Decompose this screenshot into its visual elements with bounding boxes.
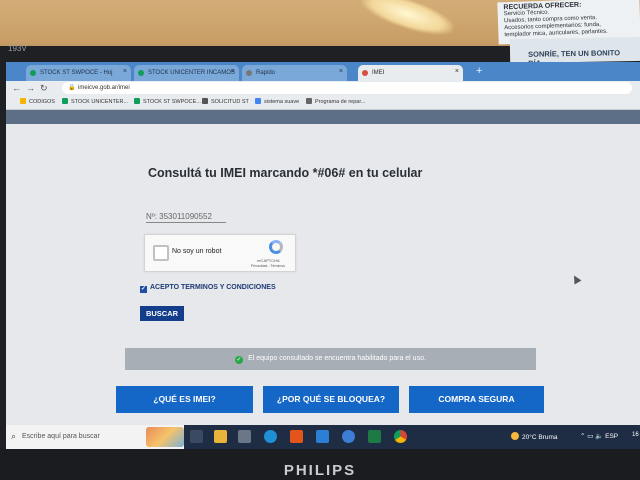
sticky-note-smile: SONRÍE, TEN UN BONITO DÍA [509, 36, 640, 68]
status-banner: ✓ El equipo consultado se encuentra habil… [125, 348, 536, 370]
what-is-imei-button[interactable]: ¿QUÉ ES IMEI? [116, 386, 253, 413]
taskbar-clock[interactable]: 16 [632, 432, 639, 438]
bookmark-item[interactable]: SOLICITUD ST [202, 98, 249, 105]
sheets-icon [138, 70, 144, 76]
why-blocked-button[interactable]: ¿POR QUÉ SE BLOQUEA? [263, 386, 399, 413]
bookmark-label: Programa de repar... [315, 99, 366, 105]
bookmark-label: STOCK UNICENTER... [71, 99, 129, 105]
monitor-model: 193V [8, 44, 27, 53]
tab-label: STOCK UNICENTER INCAMOS [148, 70, 235, 76]
globe-icon [246, 70, 252, 76]
close-icon[interactable]: × [455, 68, 459, 75]
check-circle-icon: ✓ [235, 356, 244, 364]
browser-toolbar: ← → ↻ 🔒 imeicve.gob.ar/imei [6, 81, 640, 96]
bookmark-item[interactable]: CODIGOS [20, 98, 55, 105]
sheets-icon [134, 98, 140, 104]
page-icon [202, 98, 208, 104]
checkmark-icon: ✓ [140, 286, 147, 293]
folder-icon [20, 98, 26, 104]
close-icon[interactable]: × [123, 68, 127, 75]
accept-terms-label: ACEPTO TERMINOS Y CONDICIONES [150, 284, 276, 291]
status-message: El equipo consultado se encuentra habili… [248, 355, 426, 362]
recaptcha-checkbox[interactable] [153, 245, 169, 261]
office-icon[interactable] [290, 430, 303, 443]
bookmark-label: CODIGOS [29, 99, 55, 105]
bookmark-label: sistema suave [264, 99, 300, 105]
mouse-cursor-icon [570, 273, 582, 285]
file-explorer-icon[interactable] [214, 430, 227, 443]
tab-label: Rapido [256, 70, 276, 76]
browser-tabbar: STOCK ST SWPOCE - Hoj × STOCK UNICENTER I… [6, 62, 640, 81]
tab-label: STOCK ST SWPOCE - Hoj [40, 70, 113, 76]
task-view-icon[interactable] [190, 430, 203, 443]
recaptcha-logo-icon [269, 240, 283, 254]
close-icon[interactable]: × [231, 68, 235, 75]
forward-icon[interactable]: → [26, 83, 35, 93]
recaptcha-brand: reCAPTCHA [257, 258, 280, 263]
sun-icon [511, 432, 519, 440]
search-button[interactable]: BUSCAR [140, 306, 184, 321]
recaptcha-widget: No soy un robot reCAPTCHA Privacidad - T… [144, 234, 296, 272]
search-highlight-image [146, 427, 184, 447]
bookmark-item[interactable]: STOCK UNICENTER... [62, 98, 128, 105]
screen: STOCK ST SWPOCE - Hoj × STOCK UNICENTER I… [6, 62, 640, 449]
apple-icon [306, 98, 312, 104]
close-icon[interactable]: × [339, 68, 343, 75]
language-indicator[interactable]: ESP [605, 433, 618, 440]
browser-tab[interactable]: Rapido × [242, 65, 347, 81]
site-icon [362, 70, 368, 76]
windows-taskbar: ⌕ Escribe aquí para buscar 20°C Bruma ⌃ … [6, 425, 640, 449]
back-icon[interactable]: ← [12, 83, 21, 93]
browser-tab-active[interactable]: IMEI × [358, 65, 463, 81]
excel-icon[interactable] [368, 430, 381, 443]
monitor-brand: PHILIPS [283, 462, 357, 479]
sheets-icon [30, 70, 36, 76]
teamviewer-icon[interactable] [342, 430, 355, 443]
new-tab-icon[interactable]: + [476, 65, 482, 77]
taskbar-search[interactable]: ⌕ Escribe aquí para buscar [6, 425, 184, 449]
lock-icon: 🔒 [68, 85, 76, 91]
sheets-icon [62, 98, 68, 104]
taskbar-search-placeholder: Escribe aquí para buscar [22, 433, 100, 440]
tab-label: IMEI [372, 70, 385, 76]
app-icon[interactable] [316, 430, 329, 443]
url-text: imeicve.gob.ar/imei [78, 85, 130, 91]
recaptcha-label: No soy un robot [172, 248, 222, 255]
bookmark-item[interactable]: sistema suave [255, 98, 299, 105]
browser-tab[interactable]: STOCK ST SWPOCE - Hoj × [26, 65, 131, 81]
address-bar[interactable]: 🔒 imeicve.gob.ar/imei [62, 82, 632, 94]
weather-text: 20°C Bruma [522, 434, 558, 441]
weather-widget[interactable]: 20°C Bruma [511, 432, 557, 441]
browser-tab[interactable]: STOCK UNICENTER INCAMOS × [134, 65, 239, 81]
edge-icon[interactable] [264, 430, 277, 443]
page-icon [255, 98, 261, 104]
bookmark-item[interactable]: Programa de repar... [306, 98, 365, 105]
recaptcha-links[interactable]: Privacidad - Términos [251, 264, 285, 268]
accept-terms-checkbox[interactable]: ✓ ACEPTO TERMINOS Y CONDICIONES [140, 284, 276, 293]
search-icon: ⌕ [11, 431, 17, 441]
bookmarks-bar: CODIGOS STOCK UNICENTER... STOCK ST SWPO… [6, 96, 640, 110]
bookmark-label: SOLICITUD ST [211, 99, 249, 105]
site-header-stripe [6, 110, 640, 124]
system-tray[interactable]: ⌃ ▭ 🔈 ESP [580, 432, 618, 440]
page-title: Consultá tu IMEI marcando *#06# en tu ce… [148, 166, 423, 180]
imei-input[interactable]: Nº: 353011090552 [146, 212, 226, 223]
safe-purchase-button[interactable]: COMPRA SEGURA [409, 386, 544, 413]
reload-icon[interactable]: ↻ [40, 83, 48, 94]
bookmark-item[interactable]: STOCK ST SWPOCE... [134, 98, 201, 105]
store-icon[interactable] [238, 430, 251, 443]
bookmark-label: STOCK ST SWPOCE... [143, 99, 201, 105]
web-page: Consultá tu IMEI marcando *#06# en tu ce… [6, 110, 640, 425]
chrome-icon[interactable] [394, 430, 407, 443]
